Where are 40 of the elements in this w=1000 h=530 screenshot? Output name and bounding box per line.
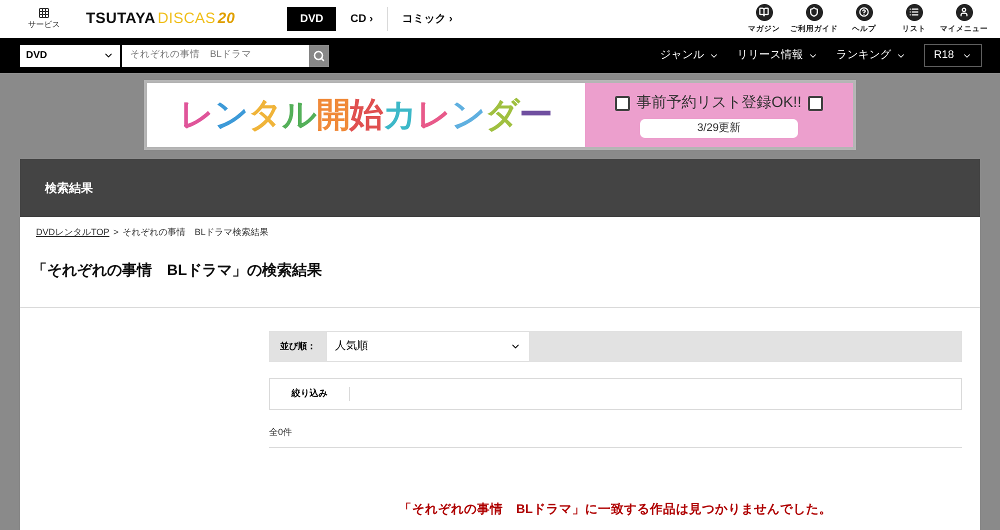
search-icon: [313, 50, 325, 62]
user-icon[interactable]: [956, 4, 972, 21]
result-count: 全0件: [269, 426, 294, 439]
calendar-icon: [615, 96, 630, 111]
breadcrumb-current: それぞれの事情 BLドラマ検索結果: [122, 226, 269, 239]
help-icon[interactable]: [856, 4, 872, 21]
guide-glyph-icon: [809, 7, 819, 18]
category-tab[interactable]: コミック ›: [387, 7, 467, 31]
breadcrumb-separator: >: [113, 226, 119, 239]
category-select[interactable]: DVD: [20, 44, 120, 66]
logo[interactable]: TSUTAYA DISCAS20: [86, 8, 236, 30]
section-title: 検索結果: [45, 181, 93, 195]
magazine-glyph-icon: [759, 7, 769, 18]
category-tab[interactable]: CD ›: [336, 7, 387, 31]
category-tab[interactable]: DVD: [287, 7, 336, 31]
service-label[interactable]: サービス: [28, 19, 60, 31]
list-glyph-icon: [909, 7, 919, 18]
calendar-banner[interactable]: レンタル開始カレンダー 事前予約リスト登録OK!! 3/29更新: [144, 80, 856, 150]
user-glyph-icon: [959, 7, 969, 18]
filter-label[interactable]: 絞り込み: [270, 387, 350, 401]
nav-menu[interactable]: ジャンル: [660, 47, 719, 64]
page-heading: 「それぞれの事情 BLドラマ」の検索結果: [31, 260, 323, 280]
banner-title: レンタル開始カレンダー: [180, 94, 552, 136]
sort-select[interactable]: 人気順: [327, 332, 529, 361]
help-glyph-icon: [859, 7, 869, 18]
empty-message: 「それぞれの事情 BLドラマ」に一致する作品は見つかりませんでした。: [398, 500, 833, 518]
sort-label: 並び順：: [279, 340, 317, 353]
calendar-icon: [808, 96, 822, 111]
guide-icon[interactable]: [806, 4, 822, 21]
nav-menu[interactable]: ランキング: [836, 47, 906, 64]
magazine-icon[interactable]: [756, 4, 772, 21]
rating-select[interactable]: R18: [924, 44, 982, 67]
update-label: 3/29更新: [640, 118, 798, 138]
banner-subtitle: 事前予約リスト登録OK!!: [636, 93, 802, 114]
search-button[interactable]: [309, 44, 329, 66]
grid-icon[interactable]: [38, 7, 50, 19]
breadcrumb-link[interactable]: DVDレンタルTOP: [36, 226, 110, 240]
list-icon[interactable]: [906, 4, 922, 21]
search-field[interactable]: それぞれの事情 BLドラマ: [122, 44, 309, 66]
nav-menu[interactable]: リリース情報: [736, 47, 818, 64]
